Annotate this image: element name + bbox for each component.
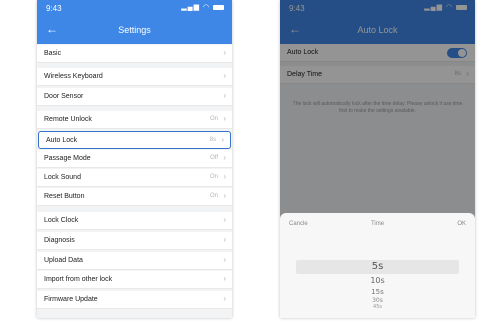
- row-value: On: [209, 116, 218, 122]
- row-value: On: [209, 193, 218, 199]
- chevron-right-icon: ›: [223, 215, 226, 224]
- row-label: Firmware Update: [44, 296, 98, 303]
- page-title: Settings: [118, 25, 151, 35]
- settings-row-import-from-other-lock[interactable]: Import from other lock ›: [37, 271, 232, 289]
- auto-lock-screen: 9:43 ▂▄▆ ◠ ← Auto Lock Auto Lock Delay T…: [280, 0, 475, 318]
- row-label: Passage Mode: [44, 155, 91, 162]
- row-label: Basic: [44, 50, 62, 57]
- settings-row-upload-data[interactable]: Upload Data ›: [37, 252, 232, 270]
- picker-option[interactable]: 15s: [280, 288, 475, 296]
- picker-option[interactable]: 5s: [280, 261, 475, 273]
- row-label: Wireless Keyboard: [44, 73, 103, 80]
- row-label: Upload Data: [44, 257, 83, 264]
- chevron-right-icon: ›: [223, 191, 226, 200]
- settings-row-wireless-keyboard[interactable]: Wireless Keyboard ›: [37, 68, 232, 86]
- picker-option[interactable]: 30s: [280, 297, 475, 304]
- picker-toolbar: Cancle Time OK: [280, 213, 475, 235]
- battery-icon: [213, 4, 224, 10]
- chevron-right-icon: ›: [223, 91, 226, 100]
- chevron-right-icon: ›: [223, 255, 226, 264]
- chevron-right-icon: ›: [223, 172, 226, 181]
- status-icons: ▂▄▆ ◠: [181, 3, 224, 11]
- settings-row-firmware-update[interactable]: Firmware Update ›: [37, 291, 232, 309]
- signal-icon: ▂▄▆: [181, 4, 200, 11]
- chevron-right-icon: ›: [223, 235, 226, 244]
- settings-screen: 9:43 ▂▄▆ ◠ ← Settings Basic › Wireless K…: [37, 0, 232, 318]
- time-picker-sheet: Cancle Time OK 5s 10s 15s 30s 45s: [280, 213, 475, 318]
- row-label: Door Sensor: [44, 93, 84, 100]
- row-label: Lock Sound: [44, 174, 81, 181]
- ok-button[interactable]: OK: [457, 221, 466, 227]
- row-value: Off: [210, 155, 218, 161]
- wifi-icon: ◠: [202, 4, 211, 11]
- row-label: Auto Lock: [46, 137, 78, 144]
- row-label: Diagnosis: [44, 237, 75, 244]
- chevron-right-icon: ›: [223, 48, 226, 57]
- chevron-right-icon: ›: [223, 114, 226, 123]
- settings-row-remote-unlock[interactable]: Remote Unlock On ›: [37, 111, 232, 129]
- row-label: Lock Clock: [44, 217, 79, 224]
- chevron-right-icon: ›: [223, 294, 226, 303]
- row-label: Remote Unlock: [44, 116, 92, 123]
- chevron-right-icon: ›: [223, 274, 226, 283]
- row-label: Reset Button: [44, 193, 85, 200]
- picker-option[interactable]: 10s: [280, 276, 475, 286]
- settings-row-lock-sound[interactable]: Lock Sound On ›: [37, 169, 232, 187]
- picker-title: Time: [370, 221, 385, 227]
- row-value: On: [209, 174, 218, 180]
- settings-row-auto-lock[interactable]: Auto Lock 8s ›: [38, 131, 231, 149]
- chevron-right-icon: ›: [223, 153, 226, 162]
- chevron-right-icon: ›: [223, 71, 226, 80]
- chevron-right-icon: ›: [221, 135, 224, 144]
- picker-option[interactable]: 45s: [280, 304, 475, 310]
- settings-header: 9:43 ▂▄▆ ◠ ← Settings: [37, 0, 232, 44]
- settings-row-door-sensor[interactable]: Door Sensor ›: [37, 88, 232, 106]
- settings-row-lock-clock[interactable]: Lock Clock ›: [37, 212, 232, 230]
- settings-row-reset-button[interactable]: Reset Button On ›: [37, 188, 232, 206]
- settings-row-passage-mode[interactable]: Passage Mode Off ›: [37, 150, 232, 168]
- row-value: 8s: [209, 137, 216, 143]
- settings-row-basic[interactable]: Basic ›: [37, 45, 232, 63]
- status-time: 9:43: [46, 4, 62, 13]
- settings-row-diagnosis[interactable]: Diagnosis ›: [37, 232, 232, 250]
- row-label: Import from other lock: [44, 276, 113, 283]
